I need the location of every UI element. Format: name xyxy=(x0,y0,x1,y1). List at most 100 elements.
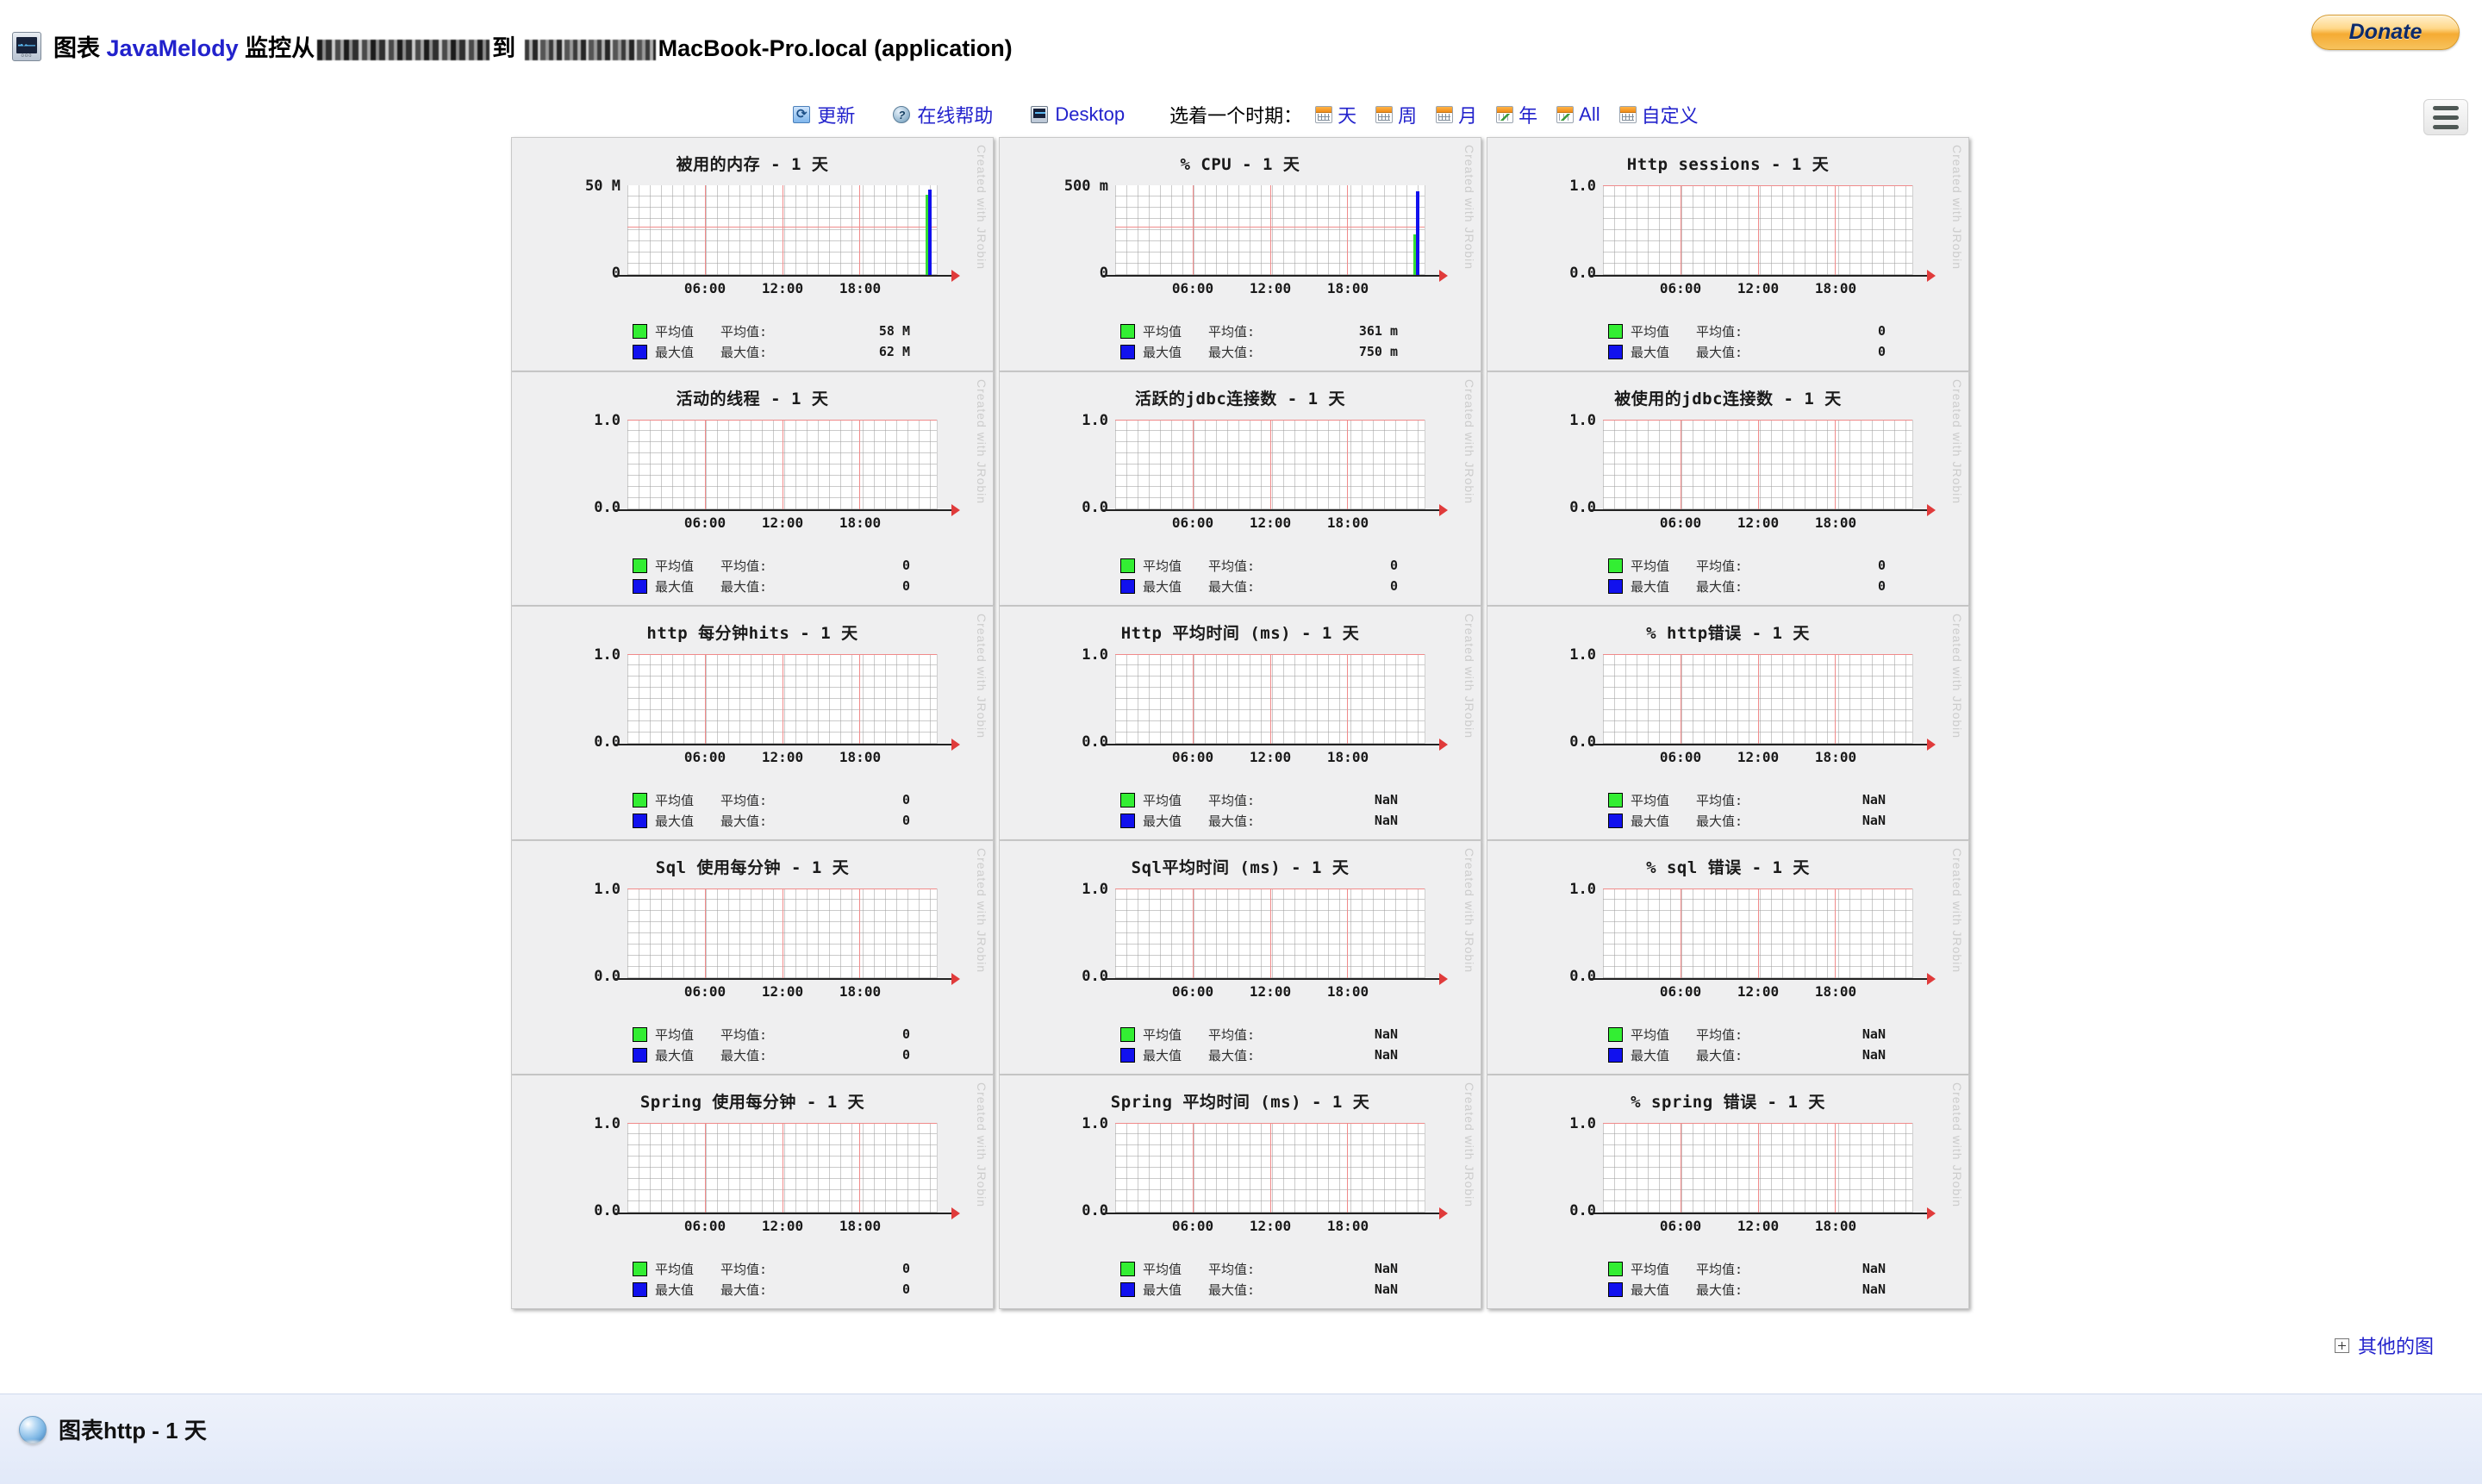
gridline-major-v xyxy=(704,654,706,744)
x-axis-line xyxy=(1101,275,1442,277)
legend-avg-name: 平均值 xyxy=(1631,1261,1670,1277)
x-axis-arrow-icon xyxy=(1439,1207,1448,1219)
chart-14[interactable]: % spring 错误 - 1 天 1.0 0.0 06:00 12:00 18… xyxy=(1487,1075,1969,1309)
chart-legend: 平均值 平均值: 361 m 最大值 最大值: 750 m xyxy=(1000,321,1481,362)
chart-9[interactable]: Sql 使用每分钟 - 1 天 1.0 0.0 06:00 12:00 18:0… xyxy=(511,840,994,1075)
period-week[interactable]: 周 xyxy=(1375,101,1417,128)
legend-swatch-avg-icon xyxy=(1608,323,1623,339)
legend-swatch-max-icon xyxy=(633,1047,647,1063)
y-axis-bottom-tick: 0.0 xyxy=(1082,968,1108,985)
legend-swatch-max-icon xyxy=(633,578,647,594)
legend-row-avg: 平均值 平均值: 0 xyxy=(633,1258,993,1279)
legend-row-avg: 平均值 平均值: NaN xyxy=(1120,1258,1481,1279)
legend-max-label: 最大值: xyxy=(1208,1047,1256,1063)
x-tick: 06:00 xyxy=(1171,514,1214,531)
chart-cell: 活跃的jdbc连接数 - 1 天 1.0 0.0 06:00 12:00 18:… xyxy=(996,371,1484,606)
period-year-label: 年 xyxy=(1519,105,1538,127)
brand-link[interactable]: JavaMelody xyxy=(107,35,239,61)
y-axis-bottom-tick: 0.0 xyxy=(1569,733,1596,751)
x-tick: 06:00 xyxy=(683,749,727,765)
chart-6[interactable]: http 每分钟hits - 1 天 1.0 0.0 06:00 12:00 1… xyxy=(511,606,994,840)
legend-max-value: NaN xyxy=(1374,1281,1398,1297)
x-tick: 12:00 xyxy=(1737,280,1780,296)
plot-grid xyxy=(1115,889,1425,978)
legend-row-avg: 平均值 平均值: 0 xyxy=(633,1024,993,1044)
x-axis-line xyxy=(614,978,954,980)
chart-1[interactable]: % CPU - 1 天 500 m 0 06:00 12:00 18:00 Cr… xyxy=(999,137,1481,371)
legend-max-label: 最大值: xyxy=(720,1047,768,1063)
legend-swatch-avg-icon xyxy=(1120,792,1135,807)
period-month-label: 月 xyxy=(1458,105,1478,127)
plot-grid xyxy=(1115,420,1425,509)
legend-avg-value: NaN xyxy=(1862,792,1886,807)
legend-max-name: 最大值 xyxy=(1143,578,1182,595)
chart-cell: % http错误 - 1 天 1.0 0.0 06:00 12:00 18:00… xyxy=(1484,606,1972,840)
period-all[interactable]: All xyxy=(1556,103,1600,126)
gridline-major-v xyxy=(1835,420,1837,509)
legend-max-name: 最大值 xyxy=(1631,578,1670,595)
chart-title: % CPU - 1 天 xyxy=(1180,155,1300,174)
legend-avg-label: 平均值: xyxy=(1208,323,1256,340)
legend-swatch-avg-icon xyxy=(1608,1261,1623,1276)
chart-legend: 平均值 平均值: 0 最大值 最大值: 0 xyxy=(1000,555,1481,596)
gridline-major-v xyxy=(859,889,861,978)
chart-0[interactable]: 被用的内存 - 1 天 50 M 0 06:00 12:00 18:00 Cre… xyxy=(511,137,994,371)
chart-7[interactable]: Http 平均时间 (ms) - 1 天 1.0 0.0 06:00 12:00… xyxy=(999,606,1481,840)
legend-avg-label: 平均值: xyxy=(1696,1026,1743,1043)
gridline-major-v xyxy=(859,185,861,275)
legend-avg-label: 平均值: xyxy=(1696,323,1743,340)
chart-plot-area: 500 m 0 06:00 12:00 18:00 xyxy=(1000,178,1481,296)
other-charts-link[interactable]: 其他的图 xyxy=(2334,1331,2434,1359)
period-custom-label: 自定义 xyxy=(1641,105,1699,127)
desktop-link[interactable]: Desktop xyxy=(1031,103,1125,126)
chart-8[interactable]: % http错误 - 1 天 1.0 0.0 06:00 12:00 18:00… xyxy=(1487,606,1969,840)
legend-avg-name: 平均值 xyxy=(1631,323,1670,340)
legend-avg-name: 平均值 xyxy=(655,558,695,574)
gridline-major-v xyxy=(1192,1123,1194,1213)
x-tick: 06:00 xyxy=(1659,983,1702,1000)
chart-5[interactable]: 被使用的jdbc连接数 - 1 天 1.0 0.0 06:00 12:00 18… xyxy=(1487,371,1969,606)
x-tick: 06:00 xyxy=(1171,983,1214,1000)
chart-3[interactable]: 活动的线程 - 1 天 1.0 0.0 06:00 12:00 18:00 Cr… xyxy=(511,371,994,606)
x-tick: 18:00 xyxy=(1326,280,1369,296)
period-month[interactable]: 月 xyxy=(1436,101,1477,128)
legend-swatch-max-icon xyxy=(633,344,647,359)
x-tick: 12:00 xyxy=(761,514,804,531)
period-day[interactable]: 天 xyxy=(1315,101,1356,128)
chart-cell: 活动的线程 - 1 天 1.0 0.0 06:00 12:00 18:00 Cr… xyxy=(508,371,996,606)
hamburger-menu-button[interactable] xyxy=(2423,99,2468,135)
x-axis-arrow-icon xyxy=(951,1207,960,1219)
desktop-label: Desktop xyxy=(1055,103,1126,125)
period-year[interactable]: 年 xyxy=(1496,101,1537,128)
chart-11[interactable]: % sql 错误 - 1 天 1.0 0.0 06:00 12:00 18:00… xyxy=(1487,840,1969,1075)
plot-grid xyxy=(1115,1123,1425,1213)
online-help-link[interactable]: 在线帮助 xyxy=(893,101,993,128)
legend-row-max: 最大值 最大值: 750 m xyxy=(1120,341,1481,362)
legend-row-max: 最大值 最大值: NaN xyxy=(1608,1279,1968,1300)
plot-grid xyxy=(1603,1123,1913,1213)
chart-13[interactable]: Spring 平均时间 (ms) - 1 天 1.0 0.0 06:00 12:… xyxy=(999,1075,1481,1309)
chart-cell: % sql 错误 - 1 天 1.0 0.0 06:00 12:00 18:00… xyxy=(1484,840,1972,1075)
plot-grid xyxy=(627,185,938,275)
refresh-link[interactable]: 更新 xyxy=(793,101,855,128)
y-axis-top-tick: 1.0 xyxy=(1082,1115,1108,1132)
legend-swatch-max-icon xyxy=(1608,1281,1623,1297)
period-custom[interactable]: 自定义 xyxy=(1618,101,1699,128)
chart-4[interactable]: 活跃的jdbc连接数 - 1 天 1.0 0.0 06:00 12:00 18:… xyxy=(999,371,1481,606)
http-charts-section: 图表http - 1 天 空 xyxy=(0,1394,2482,1484)
gridline-major-v xyxy=(1757,1123,1759,1213)
legend-avg-label: 平均值: xyxy=(1208,1261,1256,1277)
chart-10[interactable]: Sql平均时间 (ms) - 1 天 1.0 0.0 06:00 12:00 1… xyxy=(999,840,1481,1075)
chart-cell: http 每分钟hits - 1 天 1.0 0.0 06:00 12:00 1… xyxy=(508,606,996,840)
donate-button[interactable]: Donate xyxy=(2311,15,2460,50)
chart-12[interactable]: Spring 使用每分钟 - 1 天 1.0 0.0 06:00 12:00 1… xyxy=(511,1075,994,1309)
x-tick: 12:00 xyxy=(1737,1218,1780,1234)
legend-avg-name: 平均值 xyxy=(1631,1026,1670,1043)
x-axis-arrow-icon xyxy=(1927,1207,1936,1219)
legend-max-label: 最大值: xyxy=(720,1281,768,1298)
gridline-major-v xyxy=(704,420,706,509)
x-axis-arrow-icon xyxy=(1439,973,1448,985)
legend-row-max: 最大值 最大值: 0 xyxy=(633,810,993,831)
legend-swatch-max-icon xyxy=(633,1281,647,1297)
chart-2[interactable]: Http sessions - 1 天 1.0 0.0 06:00 12:00 … xyxy=(1487,137,1969,371)
